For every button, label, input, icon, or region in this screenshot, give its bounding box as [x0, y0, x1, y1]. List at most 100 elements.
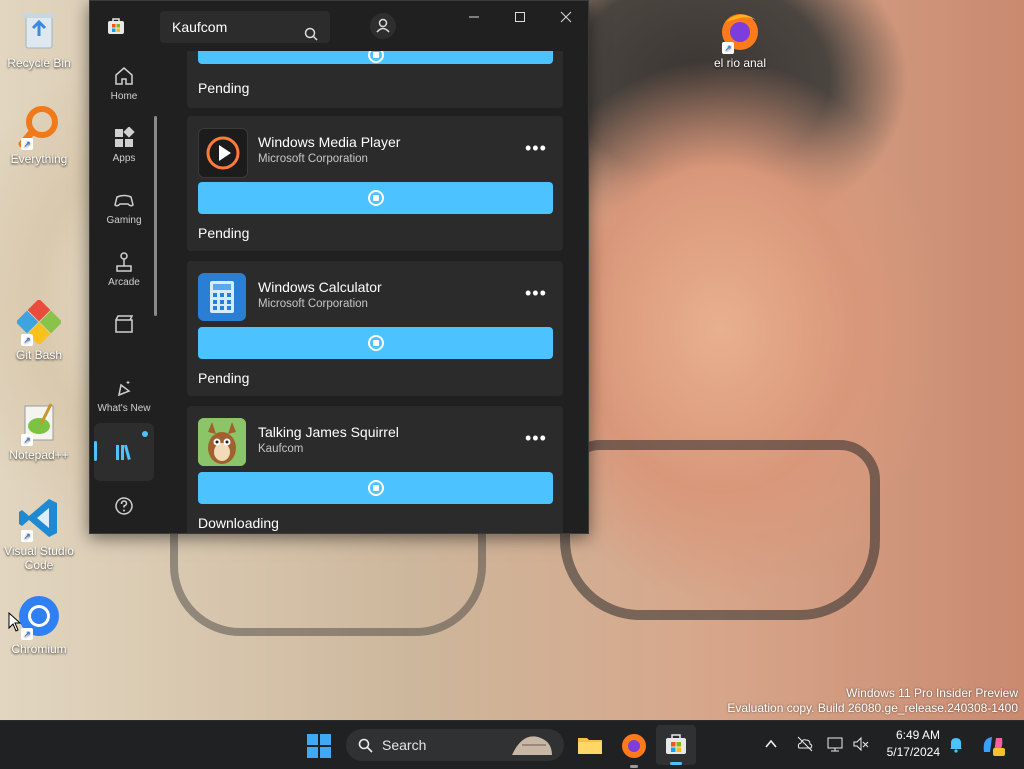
download-status: Pending [198, 225, 250, 241]
vscode-icon: ↗ [17, 496, 61, 542]
desktop-icon-label: Notepad++ [9, 448, 69, 462]
shortcut-arrow-icon: ↗ [21, 138, 33, 150]
tray-onedrive[interactable] [796, 735, 814, 753]
close-icon [560, 11, 572, 23]
search-icon[interactable] [304, 20, 318, 41]
chevron-up-icon [765, 739, 777, 748]
app-publisher: Kaufcom [258, 443, 304, 455]
taskbar-file-explorer[interactable] [576, 731, 604, 759]
stop-icon[interactable] [368, 480, 384, 496]
active-indicator [94, 441, 97, 461]
folder-icon [578, 738, 602, 754]
stop-icon[interactable] [368, 335, 384, 351]
sparkle-bell-icon [113, 377, 135, 399]
download-card: Windows Calculator Microsoft Corporation… [187, 261, 563, 396]
desktop-icon-everything[interactable]: ↗ Everything [1, 104, 77, 166]
store-logo-icon [107, 17, 125, 35]
search-placeholder: Search [382, 737, 427, 753]
apps-icon [113, 126, 135, 149]
mouse-cursor [8, 611, 22, 632]
nav-apps[interactable]: Apps [94, 119, 154, 177]
media-player-app-icon [198, 128, 248, 178]
downloads-list: Pending Windows Media Player Microsoft C… [187, 51, 563, 533]
squirrel-app-icon [198, 418, 246, 466]
desktop-icon-label: Recycle Bin [7, 56, 71, 70]
search-highlight-icon [512, 736, 552, 755]
desktop-icon-label: Everything [10, 152, 68, 166]
shortcut-arrow-icon: ↗ [722, 42, 734, 54]
shortcut-arrow-icon: ↗ [21, 334, 33, 346]
joystick-icon [113, 251, 135, 273]
taskbar-store[interactable] [656, 725, 696, 765]
nav-label: Gaming [106, 215, 142, 226]
active-app-indicator [670, 762, 682, 765]
app-name: Talking James Squirrel [258, 424, 399, 440]
firefox-icon [622, 734, 646, 758]
shortcut-arrow-icon: ↗ [21, 434, 33, 446]
nav-movies[interactable] [94, 305, 154, 363]
more-options-button[interactable]: ••• [525, 283, 547, 304]
network-icon [827, 737, 843, 752]
calculator-app-icon [198, 273, 246, 321]
tray-overflow-button[interactable] [764, 737, 778, 751]
taskbar-firefox[interactable] [620, 731, 648, 768]
nav-help[interactable] [94, 487, 154, 533]
app-publisher: Microsoft Corporation [258, 153, 368, 165]
windows-logo-icon [307, 734, 331, 758]
desktop-icon-label: Chromium [11, 642, 67, 656]
close-button[interactable] [546, 7, 586, 29]
download-status: Downloading [198, 515, 279, 531]
maximize-button[interactable] [500, 7, 540, 29]
tray-volume[interactable] [852, 735, 870, 753]
nav-gaming[interactable]: Gaming [94, 181, 154, 239]
nav-arcade[interactable]: Arcade [94, 243, 154, 301]
speaker-muted-icon [853, 736, 869, 752]
account-button[interactable] [370, 13, 396, 39]
nav-label: What's New [97, 403, 151, 414]
more-options-button[interactable]: ••• [525, 428, 547, 449]
search-icon [358, 738, 373, 753]
desktop-icon-recycle-bin[interactable]: Recycle Bin [1, 8, 77, 70]
app-name: Windows Media Player [258, 134, 401, 150]
shortcut-arrow-icon: ↗ [21, 530, 33, 542]
desktop-icon-firefox[interactable]: ↗ el rio anal [702, 8, 778, 70]
start-button[interactable] [306, 733, 332, 759]
clock-time[interactable]: 6:49 AM [870, 728, 940, 742]
title-bar: Kaufcom [90, 1, 588, 51]
nav-home[interactable]: Home [94, 57, 154, 115]
taskbar-search[interactable]: Search [346, 729, 564, 761]
bell-icon [950, 738, 962, 753]
stop-icon[interactable] [368, 190, 384, 206]
chromium-icon: ↗ [17, 594, 61, 640]
clock-date[interactable]: 5/17/2024 [870, 745, 940, 759]
download-card: Windows Media Player Microsoft Corporati… [187, 116, 563, 251]
desktop-icon-vscode[interactable]: ↗ Visual Studio Code [1, 496, 77, 572]
desktop-icon-label: el rio anal [713, 56, 767, 70]
nav-label: Home [110, 91, 138, 102]
nav-scrollbar[interactable] [154, 116, 157, 316]
copilot-button[interactable] [980, 732, 1006, 758]
notifications-button[interactable] [948, 735, 964, 753]
more-options-button[interactable]: ••• [525, 138, 547, 159]
download-status: Pending [198, 80, 250, 96]
firefox-icon: ↗ [718, 8, 762, 54]
git-bash-icon: ↗ [15, 298, 63, 346]
notepadpp-icon: ↗ [17, 400, 61, 446]
minimize-button[interactable] [454, 7, 494, 29]
desktop-icon-git-bash[interactable]: ↗ Git Bash [1, 298, 77, 362]
help-icon [113, 495, 135, 517]
app-name: Windows Calculator [258, 279, 382, 295]
desktop-icon-notepadpp[interactable]: ↗ Notepad++ [1, 400, 77, 462]
person-icon [376, 18, 390, 33]
nav-label: Apps [112, 153, 136, 164]
tray-network[interactable] [826, 735, 844, 753]
nav-library[interactable] [94, 423, 154, 481]
nav-whats-new[interactable]: What's New [94, 369, 154, 427]
store-search-input[interactable]: Kaufcom [160, 11, 330, 43]
copilot-icon [983, 737, 1005, 756]
watermark-line2: Evaluation copy. Build 26080.ge_release.… [727, 701, 1018, 715]
watermark-line1: Windows 11 Pro Insider Preview [846, 686, 1018, 700]
desktop-icon-label: Visual Studio Code [4, 544, 74, 572]
stop-icon[interactable] [368, 51, 384, 63]
maximize-icon [515, 12, 525, 22]
